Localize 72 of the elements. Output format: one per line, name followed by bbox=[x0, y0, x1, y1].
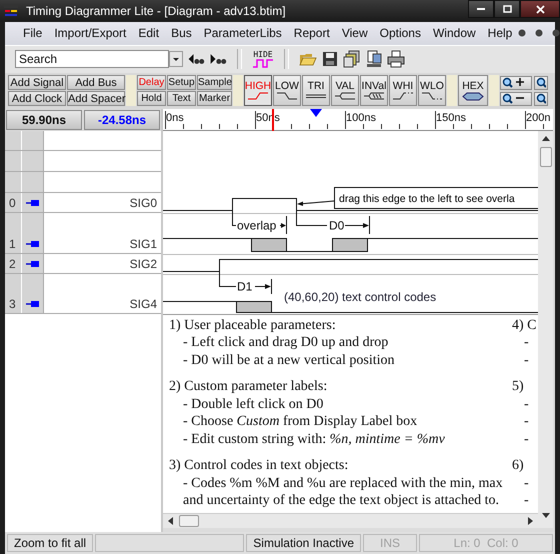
edge-tool-button[interactable]: VAL bbox=[331, 75, 359, 106]
delta-time-readout: -24.58ns bbox=[84, 110, 160, 130]
edge-tool-button[interactable]: TRI bbox=[302, 75, 330, 106]
cursor-position: Ln: 0 Col: 0 bbox=[419, 534, 553, 552]
d0-parameter[interactable]: D0 bbox=[296, 210, 370, 234]
simulation-status: Simulation Inactive bbox=[246, 534, 361, 552]
menu-item[interactable]: Window bbox=[426, 26, 482, 40]
note-heading: 3) Control codes in text objects: bbox=[169, 457, 350, 475]
insert-mode-indicator: INS bbox=[363, 534, 417, 552]
signal-name[interactable]: SIG0 bbox=[130, 196, 157, 210]
menu-item[interactable]: Bus bbox=[165, 26, 198, 40]
parameter-tool-button[interactable]: Hold bbox=[137, 91, 166, 106]
parameter-tool-button[interactable]: Text bbox=[167, 91, 196, 106]
cursor-time-readout: 59.90ns bbox=[6, 110, 82, 130]
edge-tool-button[interactable]: WLO bbox=[418, 75, 446, 106]
edge-tool-button[interactable]: HIGH bbox=[244, 75, 272, 106]
add-button[interactable]: Add Bus bbox=[67, 75, 125, 90]
hex-button[interactable]: HEX bbox=[458, 75, 488, 106]
note-heading: 1) User placeable parameters: bbox=[169, 316, 337, 334]
signal-number: 3 bbox=[5, 274, 22, 313]
note-item: - bbox=[523, 352, 530, 370]
note-item: - bbox=[523, 492, 530, 510]
ruler-label: 200n bbox=[526, 112, 550, 124]
ruler-label: 100ns bbox=[346, 112, 376, 124]
note-item: - Codes %m %M and %u are replaced with the min, max and uncertainty of the edge the text object is attached to. bbox=[182, 474, 504, 510]
ruler-label: 150ns bbox=[436, 112, 466, 124]
menu-item[interactable]: Help bbox=[482, 26, 518, 40]
ruler-label: 0ns bbox=[166, 112, 184, 124]
parameter-tool-button[interactable]: Marker bbox=[197, 91, 232, 106]
note-item: - bbox=[523, 396, 530, 414]
note-heading: 5) bbox=[512, 378, 525, 396]
menu-item[interactable]: ParameterLibs bbox=[198, 26, 288, 40]
note-item: - Choose Custom from Display Label box bbox=[182, 413, 418, 431]
note-item: - bbox=[523, 413, 530, 431]
note-heading: 2) Custom parameter labels: bbox=[169, 378, 328, 396]
add-button[interactable]: Add Clock bbox=[8, 91, 66, 106]
edge-tool-button[interactable]: INVal bbox=[360, 75, 388, 106]
menu-item[interactable]: File bbox=[17, 26, 48, 40]
note-heading: 6) bbox=[512, 457, 525, 475]
signal-number: 0 bbox=[5, 192, 22, 212]
signal-name[interactable]: SIG1 bbox=[130, 236, 157, 251]
note-item: - D0 will be at a new vertical position bbox=[182, 352, 396, 370]
menu-item[interactable]: Import/Export bbox=[48, 26, 132, 40]
search-field[interactable]: Search bbox=[15, 50, 169, 68]
menu-item[interactable]: View bbox=[336, 26, 374, 40]
menu-item[interactable]: Edit bbox=[132, 26, 166, 40]
edge-tool-button[interactable]: WHI bbox=[389, 75, 417, 106]
note-item: - Left click and drag D0 up and drop bbox=[182, 334, 390, 352]
note-heading: 4) C bbox=[512, 316, 538, 334]
edge-tool-button[interactable]: LOW bbox=[273, 75, 301, 106]
add-button[interactable]: Add Signal bbox=[8, 75, 66, 90]
signal-number: 2 bbox=[5, 254, 22, 273]
note-item: - Edit custom string with: %n, mintime = %mv bbox=[182, 430, 446, 448]
text-object[interactable]: (40,60,20) text control codes bbox=[284, 290, 436, 304]
note-text: drag this edge to the left to see overla bbox=[339, 192, 515, 205]
note-item: - bbox=[523, 430, 530, 448]
signal-name[interactable]: SIG2 bbox=[130, 256, 157, 271]
note-item: - bbox=[523, 474, 530, 492]
parameter-tool-button[interactable]: Sample bbox=[197, 75, 232, 90]
overlap-parameter[interactable]: overlap bbox=[232, 210, 287, 234]
menu-item[interactable]: Options bbox=[374, 26, 427, 40]
d1-parameter[interactable]: D1 bbox=[219, 271, 272, 294]
note-item: - bbox=[523, 334, 530, 352]
hide-button[interactable]: HIDE bbox=[252, 50, 274, 68]
menu-item[interactable]: Report bbox=[288, 26, 336, 40]
signal-name[interactable]: SIG4 bbox=[130, 296, 157, 311]
signal-number: 1 bbox=[5, 212, 22, 253]
window-title: Timing Diagrammer Lite - [Diagram - adv13.btim] bbox=[26, 4, 286, 18]
parameter-tool-button[interactable]: Setup bbox=[167, 75, 196, 90]
status-hint: Zoom to fit all bbox=[7, 534, 94, 552]
add-button[interactable]: Add Spacer bbox=[67, 91, 125, 106]
note-item: - Double left click on D0 bbox=[182, 396, 324, 414]
